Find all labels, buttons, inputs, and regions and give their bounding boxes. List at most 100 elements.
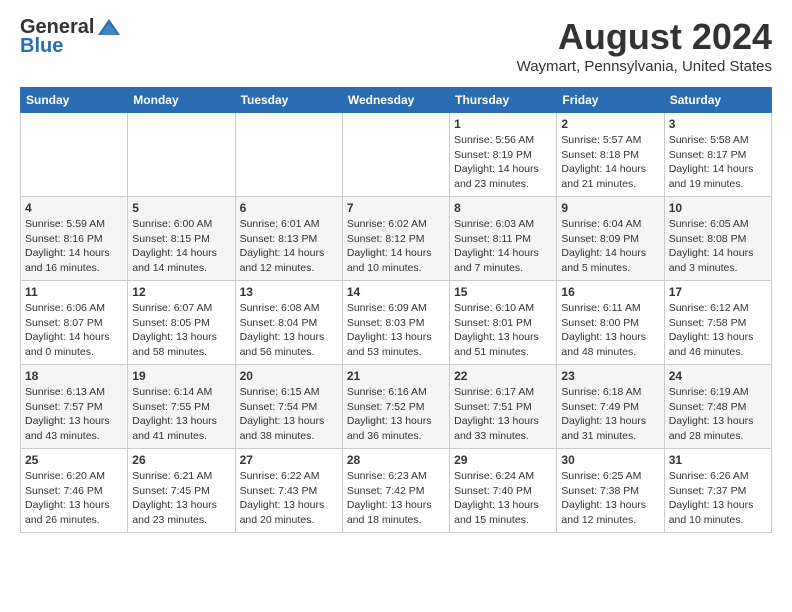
cell-content: 21Sunrise: 6:16 AM Sunset: 7:52 PM Dayli… xyxy=(347,369,445,444)
cell-content: 11 Sunrise: 6:06 AM Sunset: 8:07 PM Dayli… xyxy=(25,285,123,360)
cell-content: 28 Sunrise: 6:23 AM Sunset: 7:42 PM Dayli… xyxy=(347,453,445,528)
calendar-week-row: 18 Sunrise: 6:13 AM Sunset: 7:57 PM Dayli… xyxy=(21,365,772,449)
calendar-cell xyxy=(21,113,128,197)
day-detail: Sunrise: 5:59 AM Sunset: 8:16 PM Dayligh… xyxy=(25,217,123,276)
weekday-header-sunday: Sunday xyxy=(21,88,128,113)
cell-content: 4Sunrise: 5:59 AM Sunset: 8:16 PM Daylig… xyxy=(25,201,123,276)
cell-content: 15Sunrise: 6:10 AM Sunset: 8:01 PM Dayli… xyxy=(454,285,552,360)
calendar-cell: 5 Sunrise: 6:00 AM Sunset: 8:15 PM Daylig… xyxy=(128,197,235,281)
day-detail: Sunrise: 6:18 AM Sunset: 7:49 PM Dayligh… xyxy=(561,385,659,444)
calendar-cell: 27Sunrise: 6:22 AM Sunset: 7:43 PM Dayli… xyxy=(235,449,342,533)
day-number: 30 xyxy=(561,453,659,467)
location-text: Waymart, Pennsylvania, United States xyxy=(517,58,772,75)
calendar-cell: 1Sunrise: 5:56 AM Sunset: 8:19 PM Daylig… xyxy=(450,113,557,197)
day-detail: Sunrise: 6:24 AM Sunset: 7:40 PM Dayligh… xyxy=(454,469,552,528)
day-number: 25 xyxy=(25,453,123,467)
cell-content: 10Sunrise: 6:05 AM Sunset: 8:08 PM Dayli… xyxy=(669,201,767,276)
title-block: August 2024 Waymart, Pennsylvania, Unite… xyxy=(517,16,772,75)
day-number: 5 xyxy=(132,201,230,215)
calendar-cell xyxy=(128,113,235,197)
cell-content: 5 Sunrise: 6:00 AM Sunset: 8:15 PM Daylig… xyxy=(132,201,230,276)
page-header: General Blue August 2024 Waymart, Pennsy… xyxy=(20,16,772,75)
day-detail: Sunrise: 6:09 AM Sunset: 8:03 PM Dayligh… xyxy=(347,301,445,360)
calendar-cell: 21Sunrise: 6:16 AM Sunset: 7:52 PM Dayli… xyxy=(342,365,449,449)
day-number: 18 xyxy=(25,369,123,383)
cell-content: 31Sunrise: 6:26 AM Sunset: 7:37 PM Dayli… xyxy=(669,453,767,528)
cell-content: 23Sunrise: 6:18 AM Sunset: 7:49 PM Dayli… xyxy=(561,369,659,444)
weekday-header-wednesday: Wednesday xyxy=(342,88,449,113)
day-detail: Sunrise: 6:07 AM Sunset: 8:05 PM Dayligh… xyxy=(132,301,230,360)
calendar-cell: 6Sunrise: 6:01 AM Sunset: 8:13 PM Daylig… xyxy=(235,197,342,281)
calendar-table: SundayMondayTuesdayWednesdayThursdayFrid… xyxy=(20,87,772,533)
cell-content: 16Sunrise: 6:11 AM Sunset: 8:00 PM Dayli… xyxy=(561,285,659,360)
calendar-cell: 4Sunrise: 5:59 AM Sunset: 8:16 PM Daylig… xyxy=(21,197,128,281)
logo: General Blue xyxy=(20,16,122,58)
day-number: 31 xyxy=(669,453,767,467)
calendar-cell: 10Sunrise: 6:05 AM Sunset: 8:08 PM Dayli… xyxy=(664,197,771,281)
day-number: 29 xyxy=(454,453,552,467)
cell-content: 1Sunrise: 5:56 AM Sunset: 8:19 PM Daylig… xyxy=(454,117,552,192)
calendar-cell: 17 Sunrise: 6:12 AM Sunset: 7:58 PM Dayli… xyxy=(664,281,771,365)
calendar-cell: 9Sunrise: 6:04 AM Sunset: 8:09 PM Daylig… xyxy=(557,197,664,281)
calendar-cell: 2Sunrise: 5:57 AM Sunset: 8:18 PM Daylig… xyxy=(557,113,664,197)
cell-content: 20Sunrise: 6:15 AM Sunset: 7:54 PM Dayli… xyxy=(240,369,338,444)
calendar-cell: 13 Sunrise: 6:08 AM Sunset: 8:04 PM Dayli… xyxy=(235,281,342,365)
calendar-cell: 31Sunrise: 6:26 AM Sunset: 7:37 PM Dayli… xyxy=(664,449,771,533)
calendar-cell: 26 Sunrise: 6:21 AM Sunset: 7:45 PM Dayli… xyxy=(128,449,235,533)
calendar-cell: 25 Sunrise: 6:20 AM Sunset: 7:46 PM Dayli… xyxy=(21,449,128,533)
calendar-week-row: 25 Sunrise: 6:20 AM Sunset: 7:46 PM Dayli… xyxy=(21,449,772,533)
calendar-cell: 19 Sunrise: 6:14 AM Sunset: 7:55 PM Dayli… xyxy=(128,365,235,449)
day-number: 13 xyxy=(240,285,338,299)
cell-content: 24 Sunrise: 6:19 AM Sunset: 7:48 PM Dayli… xyxy=(669,369,767,444)
day-detail: Sunrise: 6:13 AM Sunset: 7:57 PM Dayligh… xyxy=(25,385,123,444)
day-number: 11 xyxy=(25,285,123,299)
day-detail: Sunrise: 5:56 AM Sunset: 8:19 PM Dayligh… xyxy=(454,133,552,192)
calendar-cell: 18 Sunrise: 6:13 AM Sunset: 7:57 PM Dayli… xyxy=(21,365,128,449)
day-detail: Sunrise: 6:06 AM Sunset: 8:07 PM Dayligh… xyxy=(25,301,123,360)
calendar-cell: 3Sunrise: 5:58 AM Sunset: 8:17 PM Daylig… xyxy=(664,113,771,197)
day-detail: Sunrise: 6:08 AM Sunset: 8:04 PM Dayligh… xyxy=(240,301,338,360)
day-detail: Sunrise: 6:23 AM Sunset: 7:42 PM Dayligh… xyxy=(347,469,445,528)
day-detail: Sunrise: 6:19 AM Sunset: 7:48 PM Dayligh… xyxy=(669,385,767,444)
day-number: 14 xyxy=(347,285,445,299)
month-year-title: August 2024 xyxy=(517,16,772,58)
day-number: 19 xyxy=(132,369,230,383)
calendar-header-row: SundayMondayTuesdayWednesdayThursdayFrid… xyxy=(21,88,772,113)
cell-content: 9Sunrise: 6:04 AM Sunset: 8:09 PM Daylig… xyxy=(561,201,659,276)
cell-content: 22Sunrise: 6:17 AM Sunset: 7:51 PM Dayli… xyxy=(454,369,552,444)
day-detail: Sunrise: 6:10 AM Sunset: 8:01 PM Dayligh… xyxy=(454,301,552,360)
logo-blue-text: Blue xyxy=(20,35,63,58)
weekday-header-tuesday: Tuesday xyxy=(235,88,342,113)
day-number: 28 xyxy=(347,453,445,467)
day-number: 26 xyxy=(132,453,230,467)
calendar-cell: 20Sunrise: 6:15 AM Sunset: 7:54 PM Dayli… xyxy=(235,365,342,449)
cell-content: 29 Sunrise: 6:24 AM Sunset: 7:40 PM Dayli… xyxy=(454,453,552,528)
day-number: 17 xyxy=(669,285,767,299)
day-detail: Sunrise: 6:21 AM Sunset: 7:45 PM Dayligh… xyxy=(132,469,230,528)
day-number: 7 xyxy=(347,201,445,215)
calendar-week-row: 1Sunrise: 5:56 AM Sunset: 8:19 PM Daylig… xyxy=(21,113,772,197)
day-number: 3 xyxy=(669,117,767,131)
day-detail: Sunrise: 5:57 AM Sunset: 8:18 PM Dayligh… xyxy=(561,133,659,192)
day-detail: Sunrise: 6:11 AM Sunset: 8:00 PM Dayligh… xyxy=(561,301,659,360)
day-detail: Sunrise: 6:20 AM Sunset: 7:46 PM Dayligh… xyxy=(25,469,123,528)
cell-content: 7 Sunrise: 6:02 AM Sunset: 8:12 PM Daylig… xyxy=(347,201,445,276)
day-detail: Sunrise: 6:00 AM Sunset: 8:15 PM Dayligh… xyxy=(132,217,230,276)
cell-content: 17 Sunrise: 6:12 AM Sunset: 7:58 PM Dayli… xyxy=(669,285,767,360)
day-number: 27 xyxy=(240,453,338,467)
calendar-cell: 12Sunrise: 6:07 AM Sunset: 8:05 PM Dayli… xyxy=(128,281,235,365)
weekday-header-thursday: Thursday xyxy=(450,88,557,113)
cell-content: 8Sunrise: 6:03 AM Sunset: 8:11 PM Daylig… xyxy=(454,201,552,276)
day-detail: Sunrise: 6:05 AM Sunset: 8:08 PM Dayligh… xyxy=(669,217,767,276)
calendar-cell: 15Sunrise: 6:10 AM Sunset: 8:01 PM Dayli… xyxy=(450,281,557,365)
day-detail: Sunrise: 6:02 AM Sunset: 8:12 PM Dayligh… xyxy=(347,217,445,276)
day-number: 24 xyxy=(669,369,767,383)
logo-icon xyxy=(96,17,122,39)
day-detail: Sunrise: 6:14 AM Sunset: 7:55 PM Dayligh… xyxy=(132,385,230,444)
calendar-cell xyxy=(342,113,449,197)
day-number: 21 xyxy=(347,369,445,383)
cell-content: 30Sunrise: 6:25 AM Sunset: 7:38 PM Dayli… xyxy=(561,453,659,528)
day-number: 22 xyxy=(454,369,552,383)
day-detail: Sunrise: 6:12 AM Sunset: 7:58 PM Dayligh… xyxy=(669,301,767,360)
day-number: 20 xyxy=(240,369,338,383)
